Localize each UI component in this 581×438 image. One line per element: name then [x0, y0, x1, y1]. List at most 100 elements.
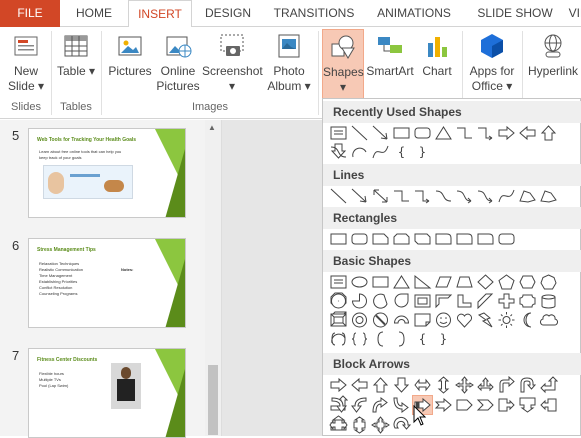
- double-brace-shape-icon[interactable]: [350, 330, 369, 348]
- pentagon-arrow-shape-icon[interactable]: [455, 396, 474, 414]
- hyperlink-button[interactable]: Hyperlink: [526, 29, 580, 101]
- freeform-shape-icon[interactable]: [518, 187, 537, 205]
- curved-right-arrow-shape-icon[interactable]: [329, 396, 348, 414]
- no-symbol-shape-icon[interactable]: [371, 311, 390, 329]
- quad-arrow-shape-icon[interactable]: [455, 376, 474, 394]
- curved-arrow-connector-shape-icon[interactable]: [476, 187, 495, 205]
- text-box-shape-icon[interactable]: [329, 273, 348, 291]
- rectangle-shape-icon[interactable]: [392, 124, 411, 142]
- elbow-arrow-connector-shape-icon[interactable]: [476, 124, 495, 142]
- up-arrow-shape-icon[interactable]: [539, 124, 558, 142]
- apps-for-office-button[interactable]: Apps for Office ▾: [466, 29, 518, 101]
- tab-transitions[interactable]: TRANSITIONS: [266, 0, 362, 27]
- diamond-shape-icon[interactable]: [476, 273, 495, 291]
- curved-connector-shape-icon[interactable]: [434, 187, 453, 205]
- lightning-bolt-shape-icon[interactable]: [476, 311, 495, 329]
- sun-shape-icon[interactable]: [497, 311, 516, 329]
- freeform-shape-icon[interactable]: [539, 187, 558, 205]
- chord-shape-icon[interactable]: [371, 292, 390, 310]
- curved-arrow-connector-shape-icon[interactable]: [455, 187, 474, 205]
- curved-down-arrow-shape-icon[interactable]: [392, 396, 411, 414]
- curved-up-arrow-shape-icon[interactable]: [371, 396, 390, 414]
- line-shape-icon[interactable]: [350, 124, 369, 142]
- right-bracket-shape-icon[interactable]: [392, 330, 411, 348]
- pie-shape-icon[interactable]: [350, 292, 369, 310]
- l-shape-shape-icon[interactable]: [455, 292, 474, 310]
- text-symbol-shape-icon[interactable]: {: [392, 143, 411, 161]
- tab-home[interactable]: HOME: [64, 0, 124, 27]
- scroll-thumb[interactable]: [208, 365, 218, 435]
- right-arrow-shape-icon[interactable]: [497, 124, 516, 142]
- trapezoid-shape-icon[interactable]: [455, 273, 474, 291]
- tab-insert[interactable]: INSERT: [128, 0, 192, 28]
- left-right-arrow-shape-icon[interactable]: [413, 376, 432, 394]
- heptagon-shape-icon[interactable]: [539, 273, 558, 291]
- left-arrow-shape-icon[interactable]: [518, 124, 537, 142]
- round-corner-rectangle-shape-icon[interactable]: [434, 230, 453, 248]
- left-bracket-shape-icon[interactable]: [371, 330, 390, 348]
- hexagon-shape-icon[interactable]: [518, 273, 537, 291]
- chart-button[interactable]: Chart: [418, 29, 456, 101]
- text-symbol-shape-icon[interactable]: }: [434, 330, 453, 348]
- slide-thumbnail-6[interactable]: Stress Management Tips Relaxation Techni…: [28, 238, 186, 328]
- circular-arrow-shape-icon[interactable]: [392, 416, 411, 434]
- bevel-shape-icon[interactable]: [329, 311, 348, 329]
- tab-design[interactable]: DESIGN: [196, 0, 260, 27]
- moon-shape-icon[interactable]: [518, 311, 537, 329]
- text-box-shape-icon[interactable]: [329, 124, 348, 142]
- left-arrow-shape-icon[interactable]: [350, 376, 369, 394]
- slide-thumbnail-5[interactable]: Web Tools for Tracking Your Health Goals…: [28, 128, 186, 218]
- up-down-arrow-shape-icon[interactable]: [434, 376, 453, 394]
- diagonal-stripe-shape-icon[interactable]: [476, 292, 495, 310]
- arrow-line-shape-icon[interactable]: [371, 124, 390, 142]
- rectangle-shape-icon[interactable]: [371, 273, 390, 291]
- snip-diagonal-rectangle-shape-icon[interactable]: [413, 230, 432, 248]
- left-arrow-callout-shape-icon[interactable]: [539, 396, 558, 414]
- new-slide-button[interactable]: New Slide ▾: [4, 29, 48, 101]
- smiley-face-shape-icon[interactable]: [434, 311, 453, 329]
- cross-shape-icon[interactable]: [497, 292, 516, 310]
- rounded-rectangle-shape-icon[interactable]: [413, 124, 432, 142]
- u-turn-arrow-shape-icon[interactable]: [518, 376, 537, 394]
- screenshot-button[interactable]: Screenshot ▾: [202, 29, 262, 101]
- snip-same-side-rectangle-shape-icon[interactable]: [392, 230, 411, 248]
- curved-connector-shape-icon[interactable]: [329, 143, 348, 161]
- triangle-shape-icon[interactable]: [392, 273, 411, 291]
- photo-album-button[interactable]: Photo Album ▾: [264, 29, 314, 101]
- quad-arrow-callout-shape-icon[interactable]: [371, 416, 390, 434]
- right-arrow-callout-shape-icon[interactable]: [497, 396, 516, 414]
- parallelogram-shape-icon[interactable]: [434, 273, 453, 291]
- elbow-connector-shape-icon[interactable]: [392, 187, 411, 205]
- half-frame-shape-icon[interactable]: [434, 292, 453, 310]
- up-arrow-shape-icon[interactable]: [371, 376, 390, 394]
- left-right-arrow-callout-shape-icon[interactable]: [329, 416, 348, 434]
- smartart-button[interactable]: SmartArt: [364, 29, 416, 101]
- bent-arrow-shape-icon[interactable]: [497, 376, 516, 394]
- chevron-shape-icon[interactable]: [476, 396, 495, 414]
- double-bracket-shape-icon[interactable]: [329, 330, 348, 348]
- rounded-rectangle-shape-icon[interactable]: [350, 230, 369, 248]
- right-triangle-shape-icon[interactable]: [413, 273, 432, 291]
- elbow-connector-shape-icon[interactable]: [455, 124, 474, 142]
- down-arrow-callout-shape-icon[interactable]: [518, 396, 537, 414]
- curve-shape-icon[interactable]: [497, 187, 516, 205]
- up-down-arrow-callout-shape-icon[interactable]: [350, 416, 369, 434]
- plaque-shape-icon[interactable]: [518, 292, 537, 310]
- tab-slide-show[interactable]: SLIDE SHOW: [470, 0, 560, 27]
- elbow-arrow-connector-shape-icon[interactable]: [413, 187, 432, 205]
- rectangle-shape-icon[interactable]: [329, 230, 348, 248]
- tab-view[interactable]: VIEW: [564, 0, 581, 27]
- arrow-line-shape-icon[interactable]: [350, 187, 369, 205]
- cloud-shape-icon[interactable]: [539, 311, 558, 329]
- triangle-shape-icon[interactable]: [434, 124, 453, 142]
- heart-shape-icon[interactable]: [455, 311, 474, 329]
- round-corner-rectangle-shape-icon[interactable]: [476, 230, 495, 248]
- frame-shape-icon[interactable]: [413, 292, 432, 310]
- text-symbol-shape-icon[interactable]: {: [413, 330, 432, 348]
- right-arrow-shape-icon[interactable]: [329, 376, 348, 394]
- curved-left-arrow-shape-icon[interactable]: [350, 396, 369, 414]
- pentagon-shape-icon[interactable]: [497, 273, 516, 291]
- slide-editor-area[interactable]: [222, 120, 322, 436]
- curve-shape-icon[interactable]: [371, 143, 390, 161]
- scroll-up-icon[interactable]: ▲: [208, 123, 216, 132]
